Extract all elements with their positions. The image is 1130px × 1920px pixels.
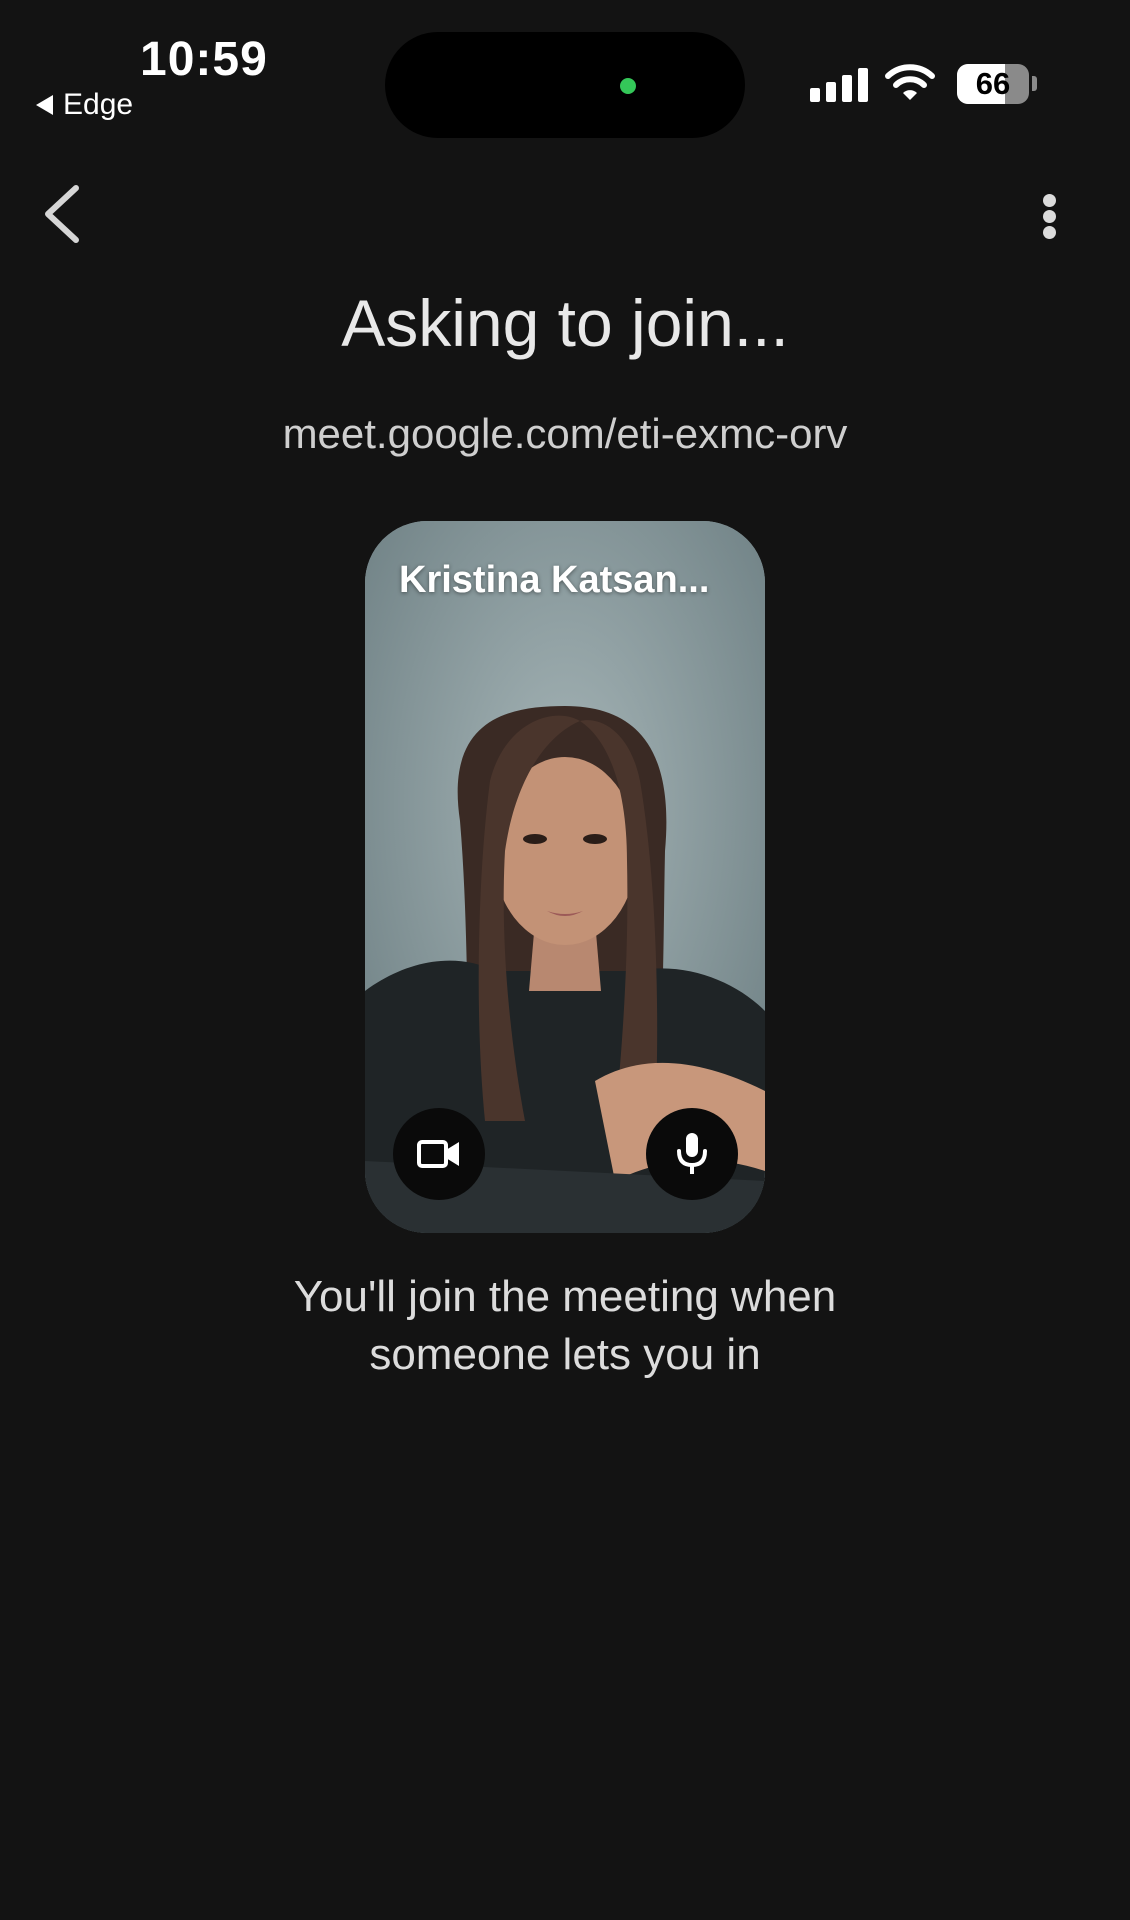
- meet-waiting-screen: 10:59 Edge 66 Asking to join... meet.goo…: [0, 0, 1130, 1920]
- back-to-app-link[interactable]: Edge: [36, 88, 133, 122]
- waiting-message-line-1: You'll join the meeting when: [293, 1272, 837, 1321]
- more-options-button[interactable]: [1032, 188, 1068, 244]
- waiting-message: You'll join the meeting when someone let…: [0, 1268, 1130, 1384]
- wifi-icon: [885, 64, 935, 100]
- battery-tip: [1032, 76, 1037, 91]
- camera-toggle-button[interactable]: [393, 1108, 485, 1200]
- camera-in-use-indicator: [620, 78, 636, 94]
- microphone-toggle-button[interactable]: [646, 1108, 738, 1200]
- cellular-signal-icon: [810, 66, 868, 102]
- mic-icon: [677, 1133, 707, 1174]
- participant-name: Kristina Katsan...: [399, 559, 710, 601]
- meeting-url: meet.google.com/eti-exmc-orv: [282, 410, 848, 457]
- back-triangle-icon: [36, 95, 53, 115]
- waiting-message-line-2: someone lets you in: [369, 1330, 761, 1379]
- chevron-left-icon[interactable]: [38, 182, 88, 246]
- battery-percent: 66: [975, 66, 1011, 101]
- self-view-preview: Kristina Katsan...: [365, 521, 765, 1233]
- page-title: Asking to join...: [341, 286, 789, 360]
- dynamic-island: [385, 32, 745, 138]
- status-time: 10:59: [140, 33, 268, 86]
- back-app-label: Edge: [63, 88, 134, 121]
- battery-icon: 66: [957, 64, 1029, 104]
- videocam-icon: [417, 1140, 459, 1168]
